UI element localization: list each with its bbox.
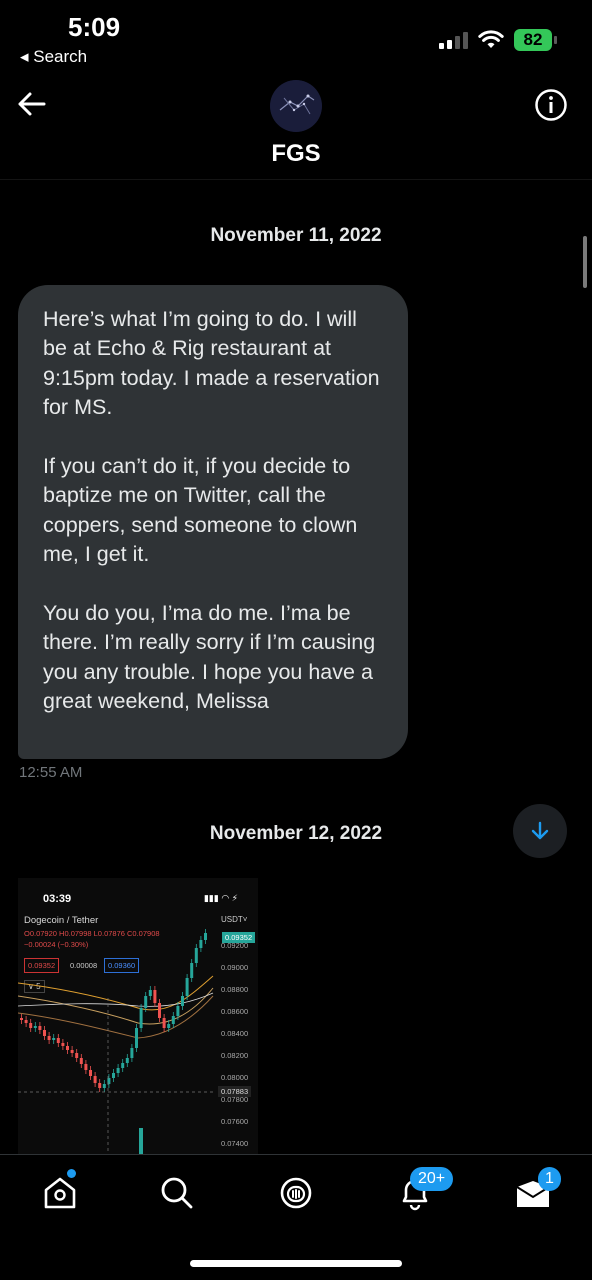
battery-icon: 82: [514, 29, 557, 51]
conversation-title[interactable]: FGS: [0, 140, 592, 168]
avatar-image: [270, 80, 322, 132]
date-separator: November 12, 2022: [209, 823, 383, 844]
image-price-tick: 0.07600: [221, 1117, 249, 1126]
image-price-tick: 0.08000: [221, 1073, 249, 1082]
home-notification-dot: [67, 1169, 76, 1178]
wifi-icon: [478, 30, 504, 48]
home-indicator[interactable]: [190, 1260, 402, 1267]
image-candlestick-chart: [18, 929, 214, 1154]
search-icon[interactable]: [157, 1173, 197, 1213]
message-bubble[interactable]: Here’s what I’m going to do. I will be a…: [18, 285, 408, 759]
cellular-signal-icon: [439, 31, 468, 49]
image-price-tick: 0.09000: [221, 963, 249, 972]
image-price-tick: 0.08200: [221, 1051, 249, 1060]
conversation-header: 5:09 ◂ Search 82 FGS: [0, 0, 592, 180]
message-paragraph: If you can’t do it, if you decide to bap…: [43, 454, 358, 567]
home-icon[interactable]: [40, 1173, 80, 1213]
info-icon[interactable]: [534, 88, 568, 122]
status-indicators: 82: [439, 28, 557, 52]
message-timestamp: 12:55 AM: [19, 764, 83, 781]
arrow-left-icon[interactable]: [14, 86, 50, 122]
status-time: 5:09: [68, 12, 121, 42]
notifications-badge: 20+: [410, 1167, 454, 1191]
back-to-search-link[interactable]: ◂ Search: [20, 47, 87, 67]
spaces-icon[interactable]: [276, 1173, 316, 1213]
message-paragraph: You do you, I’ma do me. I’ma be there. I…: [43, 601, 376, 714]
message-paragraph: Here’s what I’m going to do. I will be a…: [43, 307, 380, 420]
image-price-tick: 0.08400: [221, 1029, 249, 1038]
image-live-price: 0.09352: [222, 932, 256, 943]
image-price-tick: 0.08800: [221, 985, 249, 994]
arrow-down-icon: [531, 821, 549, 840]
scroll-to-bottom-button[interactable]: [513, 804, 567, 858]
image-price-tick: 0.07400: [221, 1139, 249, 1148]
avatar[interactable]: [270, 80, 322, 132]
image-price-tick: 0.08600: [221, 1007, 249, 1016]
date-separator: November 11, 2022: [210, 225, 382, 246]
image-marker-price: 0.07883: [218, 1086, 252, 1097]
image-attachment[interactable]: 03:39 ▮▮▮ ◠ ⚡ Dogecoin / Tether O0.07920…: [18, 878, 258, 1154]
messages-badge: 1: [538, 1167, 561, 1191]
